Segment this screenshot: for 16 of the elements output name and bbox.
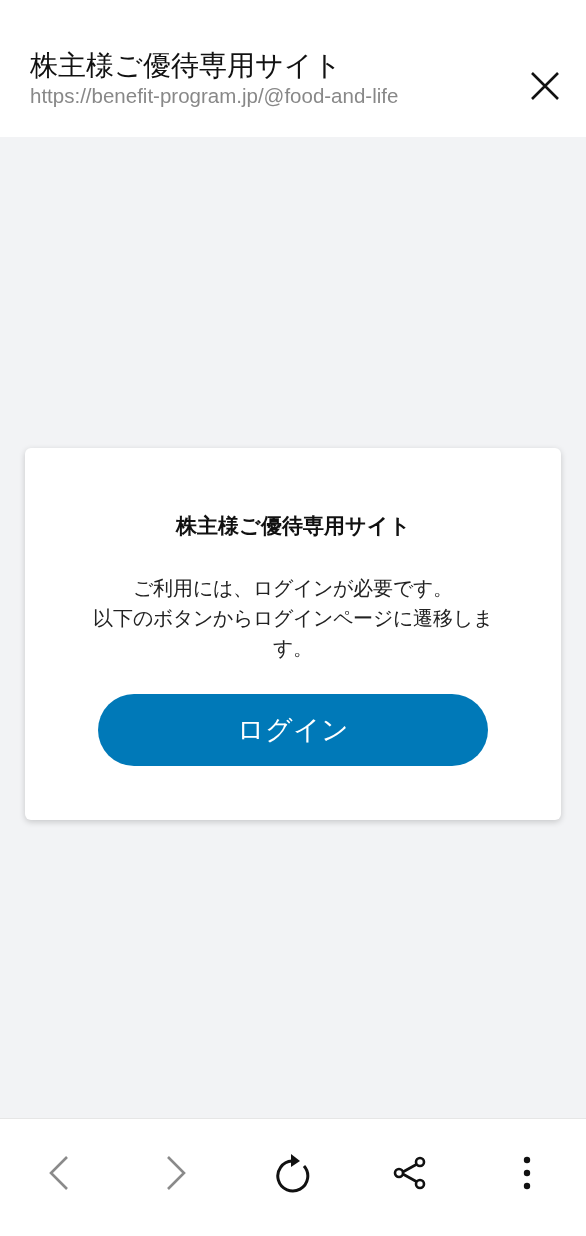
reload-button[interactable]: [275, 1152, 311, 1193]
reload-icon: [275, 1152, 311, 1193]
share-button[interactable]: [393, 1154, 428, 1191]
card-title: 株主様ご優待専用サイト: [175, 512, 411, 540]
close-icon: [530, 70, 560, 101]
page-url: https://benefit-program.jp/@food-and-life: [30, 82, 400, 109]
more-button[interactable]: [523, 1154, 532, 1191]
more-icon: [523, 1154, 532, 1191]
chevron-right-icon: [164, 1154, 187, 1191]
login-button[interactable]: ログイン: [98, 693, 488, 766]
close-button[interactable]: [530, 70, 560, 101]
login-message: 以下のボタンからログインページに遷移します。: [92, 605, 494, 662]
page-title: 株主様ご優待専用サイト: [30, 48, 343, 83]
login-message: ご利用には、ログインが必要です。: [132, 575, 454, 602]
chevron-left-icon: [47, 1154, 70, 1191]
share-icon: [393, 1154, 428, 1191]
